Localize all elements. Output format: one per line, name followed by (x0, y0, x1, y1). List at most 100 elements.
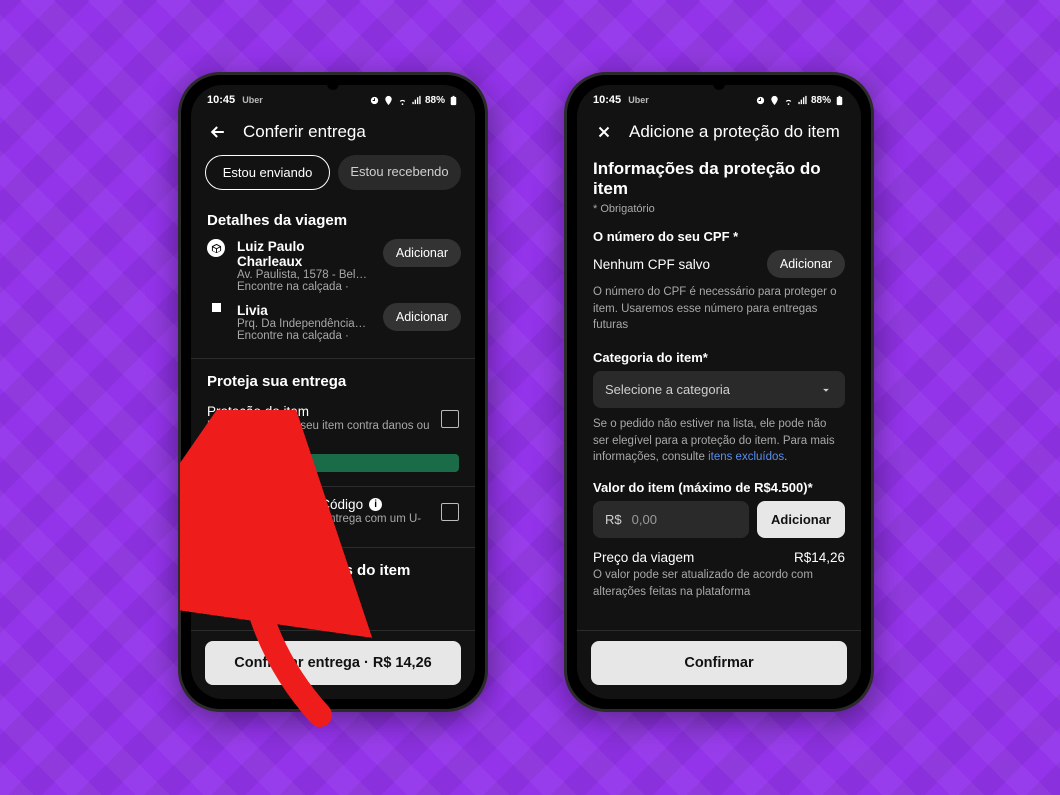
left-body: Estou enviando Estou recebendo Detalhes … (191, 155, 475, 630)
cpf-help-text: O número do CPF é necessário para proteg… (593, 284, 845, 334)
category-help: Se o pedido não estiver na lista, ele po… (593, 416, 845, 466)
currency-prefix: R$ (605, 512, 622, 527)
origin-addr: Av. Paulista, 1578 - Bel… (237, 269, 373, 281)
screen-right: 10:45 Uber 88% Adicione a proteção do it… (577, 85, 861, 699)
section-confirm-instructions: Confirme instruções do item (191, 554, 475, 579)
protect-item-row[interactable]: Proteção do item Proteja o valor do seu … (191, 400, 475, 448)
battery-icon (448, 95, 459, 106)
phone-left: 10:45 Uber 88% Conferir entrega Estou en… (178, 72, 488, 712)
phone-right: 10:45 Uber 88% Adicione a proteção do it… (564, 72, 874, 712)
origin-meet: Encontre na calçada · (237, 281, 373, 293)
battery-text: 88% (811, 95, 831, 106)
app-header: Conferir entrega (191, 111, 475, 155)
wifi-icon (783, 95, 794, 106)
battery-text: 88% (425, 95, 445, 106)
status-right: 88% (369, 95, 459, 106)
info-title: Informações da proteção do item (577, 155, 861, 201)
timeline-origin (205, 239, 227, 257)
price-value: R$14,26 (794, 550, 845, 565)
category-label: Categoria do item* (593, 350, 845, 365)
section-protect-delivery: Proteja sua entrega (191, 365, 475, 400)
category-placeholder: Selecione a categoria (605, 382, 730, 397)
timeline-dest (205, 303, 227, 312)
app-header: Adicione a proteção do item (577, 111, 861, 155)
value-label: Valor do item (máximo de R$4.500)* (593, 480, 845, 495)
value-placeholder: 0,00 (632, 512, 657, 527)
location-icon (769, 95, 780, 106)
category-select[interactable]: Selecione a categoria (593, 371, 845, 408)
signal-icon (411, 95, 422, 106)
divider (191, 358, 475, 359)
alarm-icon (755, 95, 766, 106)
status-right: 88% (755, 95, 845, 106)
footer-left: Confirmar entrega · R$ 14,26 (191, 630, 475, 699)
ucode-title: Confirmação do U-Código i (207, 497, 431, 512)
location-icon (383, 95, 394, 106)
confirm-delivery-button[interactable]: Confirmar entrega · R$ 14,26 (205, 641, 461, 685)
required-note: * Obrigatório (593, 203, 845, 215)
value-input[interactable]: R$ 0,00 (593, 501, 749, 538)
wifi-icon (397, 95, 408, 106)
ucode-text: Confirmação do U-Código i Ative para con… (207, 497, 431, 537)
arrow-left-icon (208, 122, 228, 142)
clock-text: 10:45 (207, 94, 235, 106)
dest-name: Livia (237, 303, 373, 318)
segment-row: Estou enviando Estou recebendo (191, 155, 475, 204)
footer-right: Confirmar (577, 630, 861, 699)
value-add-button[interactable]: Adicionar (757, 501, 845, 538)
confirm-button[interactable]: Confirmar (591, 641, 847, 685)
segment-sending[interactable]: Estou enviando (205, 155, 330, 190)
protect-item-checkbox[interactable] (441, 410, 459, 428)
origin-add-button[interactable]: Adicionar (383, 239, 461, 267)
dest-add-button[interactable]: Adicionar (383, 303, 461, 331)
origin-name: Luiz Paulo Charleaux (237, 239, 373, 269)
protect-item-sub: Proteja o valor do seu item contra danos… (207, 420, 431, 444)
ucode-row[interactable]: Confirmação do U-Código i Ative para con… (191, 493, 475, 541)
dest-addr: Prq. Da Independência… (237, 318, 373, 330)
trip-price-row: Preço da viagem R$14,26 (593, 550, 845, 565)
back-button[interactable] (207, 121, 229, 143)
protect-item-title: Proteção do item (207, 404, 431, 419)
segment-receiving[interactable]: Estou recebendo (338, 155, 461, 190)
excluded-items-link[interactable]: itens excluídos (708, 451, 784, 463)
status-app-text: Uber (242, 95, 263, 105)
cpf-none-text: Nenhum CPF salvo (593, 257, 710, 272)
header-title: Adicione a proteção do item (629, 122, 840, 142)
status-app-text: Uber (628, 95, 649, 105)
price-help: O valor pode ser atualizado de acordo co… (593, 567, 845, 600)
protect-item-text: Proteção do item Proteja o valor do seu … (207, 404, 431, 444)
cpf-row: Nenhum CPF salvo Adicionar (593, 250, 845, 278)
close-button[interactable] (593, 121, 615, 143)
chevron-down-icon (819, 383, 833, 397)
status-left: 10:45 Uber (593, 94, 649, 106)
square-icon (212, 303, 221, 312)
divider (191, 547, 475, 548)
screen-left: 10:45 Uber 88% Conferir entrega Estou en… (191, 85, 475, 699)
trip-origin-main[interactable]: Luiz Paulo Charleaux Av. Paulista, 1578 … (237, 239, 373, 293)
package-icon (207, 239, 225, 257)
camera-notch (713, 78, 725, 90)
alarm-icon (369, 95, 380, 106)
price-label: Preço da viagem (593, 550, 694, 565)
recommended-badge: Recomendado (207, 454, 459, 472)
right-body: Informações da proteção do item * Obriga… (577, 155, 861, 630)
close-icon (595, 123, 613, 141)
status-left: 10:45 Uber (207, 94, 263, 106)
clock-text: 10:45 (593, 94, 621, 106)
signal-icon (797, 95, 808, 106)
camera-notch (327, 78, 339, 90)
trip-dest-row: Livia Prq. Da Independência… Encontre na… (191, 303, 475, 352)
cpf-label: O número do seu CPF * (593, 229, 845, 244)
trip-origin-row: Luiz Paulo Charleaux Av. Paulista, 1578 … (191, 239, 475, 303)
trip-dest-main[interactable]: Livia Prq. Da Independência… Encontre na… (237, 303, 373, 342)
battery-icon (834, 95, 845, 106)
value-row: R$ 0,00 Adicionar (593, 501, 845, 538)
ucode-sub: Ative para confirmar a entrega com um U-… (207, 513, 431, 537)
ucode-checkbox[interactable] (441, 503, 459, 521)
cpf-add-button[interactable]: Adicionar (767, 250, 845, 278)
dest-meet: Encontre na calçada · (237, 330, 373, 342)
section-trip-details: Detalhes da viagem (191, 204, 475, 239)
info-icon[interactable]: i (369, 498, 382, 511)
header-title: Conferir entrega (243, 122, 366, 142)
divider (191, 486, 475, 487)
